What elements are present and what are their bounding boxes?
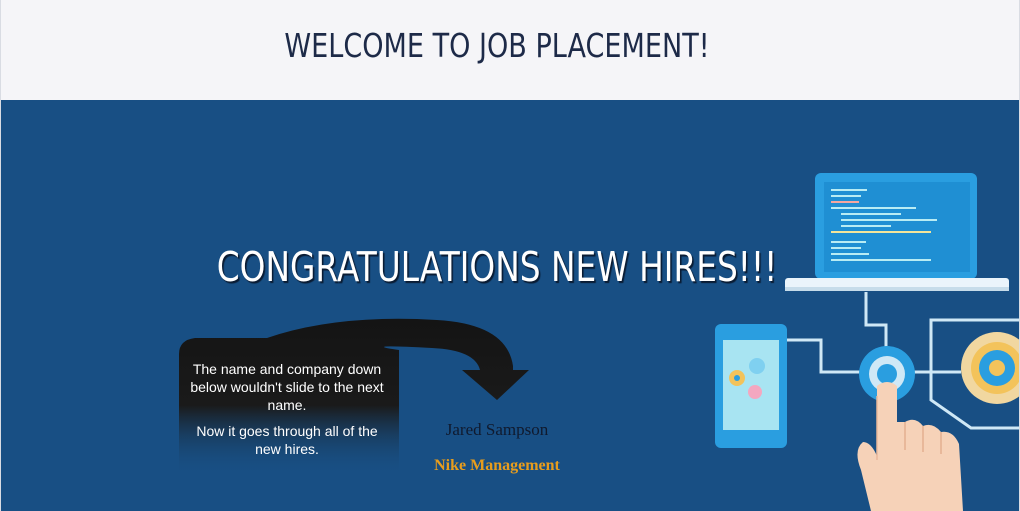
tech-illustration <box>715 173 1019 511</box>
site-header: WELCOME TO JOB PLACEMENT! <box>0 0 1020 100</box>
laptop-icon <box>785 173 1009 291</box>
page-title: WELCOME TO JOB PLACEMENT! <box>284 26 710 65</box>
hire-name: Jared Sampson <box>445 420 549 439</box>
note-text-1: The name and company down below wouldn't… <box>190 361 384 413</box>
note-text-2: Now it goes through all of the new hires… <box>196 423 378 457</box>
hero-section: CONGRATULATIONS NEW HIRES!!! The name an… <box>0 100 1020 511</box>
page: WELCOME TO JOB PLACEMENT! CONGRATULATION… <box>0 0 1020 511</box>
gear-icon <box>961 332 1019 404</box>
hire-company: Nike Management <box>434 457 560 474</box>
pointing-hand-icon <box>857 382 963 511</box>
phone-icon <box>715 324 787 448</box>
